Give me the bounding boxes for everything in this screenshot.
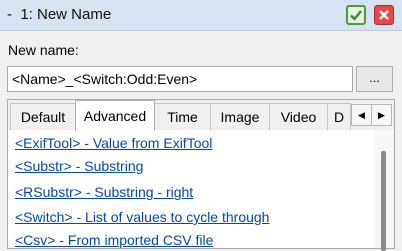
tab-scroll-right-button[interactable]: ▶ xyxy=(371,104,392,126)
tag-panel: Default Advanced Time Image Video D ◀ ▶ … xyxy=(7,99,395,251)
new-name-input[interactable] xyxy=(7,66,353,92)
tab-d[interactable]: D xyxy=(327,103,351,130)
list-item-rsubstr[interactable]: <RSubstr> - Substring - right xyxy=(15,184,193,200)
tab-time[interactable]: Time xyxy=(154,103,211,130)
tab-strip: Default Advanced Time Image Video D ◀ ▶ xyxy=(8,100,394,131)
list-item-csv[interactable]: <Csv> - From imported CSV file xyxy=(15,232,213,248)
tab-default[interactable]: Default xyxy=(10,103,76,130)
triangle-right-icon: ▶ xyxy=(378,110,385,120)
scrollbar-thumb[interactable] xyxy=(381,151,386,251)
list-item-exiftool[interactable]: <ExifTool> - Value from ExifTool xyxy=(15,135,212,151)
checkmark-icon xyxy=(350,10,362,21)
close-icon xyxy=(379,10,389,20)
ok-button[interactable] xyxy=(346,5,366,25)
tab-scroll-left-button[interactable]: ◀ xyxy=(351,104,372,126)
vertical-scrollbar[interactable] xyxy=(374,130,394,251)
list-item-substr[interactable]: <Substr> - Substring xyxy=(15,158,143,174)
title-bar: - 1: New Name xyxy=(0,0,402,31)
tab-advanced[interactable]: Advanced xyxy=(75,100,155,131)
tag-list: <ExifTool> - Value from ExifTool <Substr… xyxy=(8,130,373,248)
new-name-label: New name: xyxy=(8,42,79,58)
tab-image[interactable]: Image xyxy=(210,103,270,130)
browse-button[interactable]: ... xyxy=(356,66,393,92)
list-item-switch[interactable]: <Switch> - List of values to cycle throu… xyxy=(15,209,269,225)
window-title: - 1: New Name xyxy=(7,6,112,23)
tab-video[interactable]: Video xyxy=(269,103,328,130)
triangle-left-icon: ◀ xyxy=(358,110,365,120)
close-button[interactable] xyxy=(374,5,394,25)
